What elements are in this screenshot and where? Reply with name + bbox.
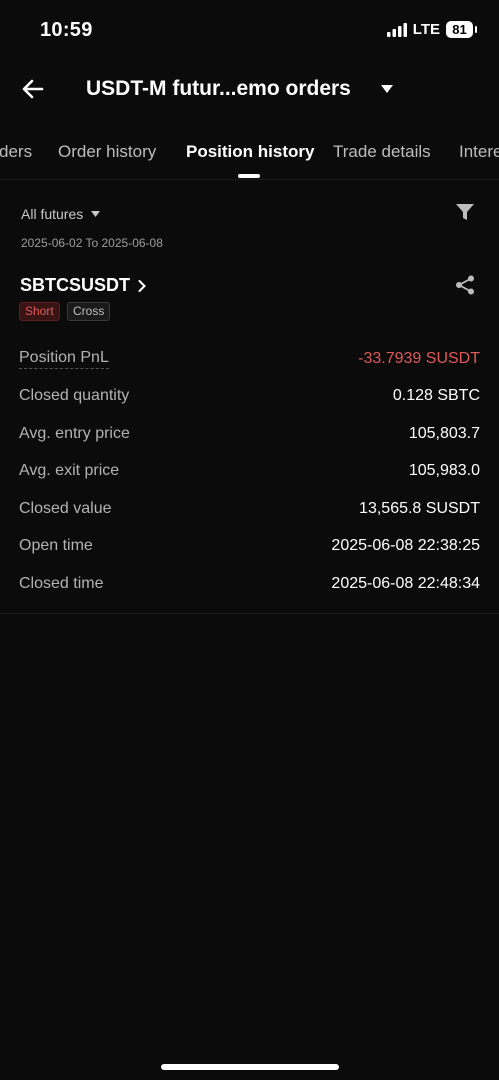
tab-open-orders[interactable]: ders (0, 142, 32, 162)
caret-down-icon[interactable] (381, 84, 393, 94)
avg-exit-price-value: 105,983.0 (408, 462, 480, 480)
tabs-divider (0, 179, 499, 180)
status-indicators: LTE 81 (386, 21, 477, 38)
active-tab-indicator (238, 174, 260, 178)
position-details: Position PnL -33.7939 SUSDT Closed quant… (19, 340, 480, 603)
detail-row: Avg. entry price 105,803.7 (19, 415, 480, 453)
avg-entry-price-value: 105,803.7 (408, 424, 480, 442)
open-time-label: Open time (19, 537, 93, 555)
tab-position-history[interactable]: Position history (186, 142, 314, 162)
closed-time-value: 2025-06-08 22:48:34 (331, 574, 480, 592)
margin-mode-badge: Cross (67, 302, 111, 321)
symbol-link[interactable]: SBTCSUSDT (20, 275, 146, 296)
detail-row: Closed time 2025-06-08 22:48:34 (19, 565, 480, 603)
status-time: 10:59 (40, 19, 93, 41)
tab-order-history[interactable]: Order history (58, 142, 156, 162)
side-badge: Short (19, 302, 60, 321)
caret-down-icon (91, 210, 101, 217)
closed-quantity-label: Closed quantity (19, 387, 130, 405)
filter-icon[interactable] (455, 202, 475, 222)
closed-value-label: Closed value (19, 499, 112, 517)
position-pnl-label[interactable]: Position PnL (19, 349, 109, 369)
share-icon[interactable] (454, 274, 476, 296)
signal-icon (386, 22, 407, 37)
tab-trade-details[interactable]: Trade details (333, 142, 431, 162)
tab-interest[interactable]: Intere (459, 142, 499, 162)
detail-row: Closed value 13,565.8 SUSDT (19, 490, 480, 528)
chevron-right-icon (138, 279, 146, 292)
back-arrow-icon[interactable] (18, 74, 48, 104)
avg-exit-price-label: Avg. exit price (19, 462, 120, 480)
closed-value-value: 13,565.8 SUSDT (359, 499, 480, 517)
futures-scope-dropdown[interactable]: All futures (21, 206, 101, 222)
card-divider (0, 613, 499, 614)
network-type: LTE (412, 21, 440, 38)
position-pnl-value: -33.7939 SUSDT (358, 349, 480, 367)
detail-row: Position PnL -33.7939 SUSDT (19, 340, 480, 378)
page-title[interactable]: USDT-M futur...emo orders (86, 77, 351, 101)
closed-time-label: Closed time (19, 574, 104, 592)
detail-row: Open time 2025-06-08 22:38:25 (19, 528, 480, 566)
battery-icon: 81 (446, 21, 477, 38)
avg-entry-price-label: Avg. entry price (19, 424, 130, 442)
detail-row: Closed quantity 0.128 SBTC (19, 378, 480, 416)
tab-bar: ders Order history Position history Trad… (0, 132, 499, 172)
home-indicator[interactable] (161, 1064, 339, 1070)
futures-scope-label: All futures (21, 206, 84, 222)
closed-quantity-value: 0.128 SBTC (392, 387, 480, 405)
symbol-name: SBTCSUSDT (20, 275, 131, 295)
open-time-value: 2025-06-08 22:38:25 (331, 537, 480, 555)
date-range: 2025-06-02 To 2025-06-08 (21, 236, 163, 250)
detail-row: Avg. exit price 105,983.0 (19, 453, 480, 491)
